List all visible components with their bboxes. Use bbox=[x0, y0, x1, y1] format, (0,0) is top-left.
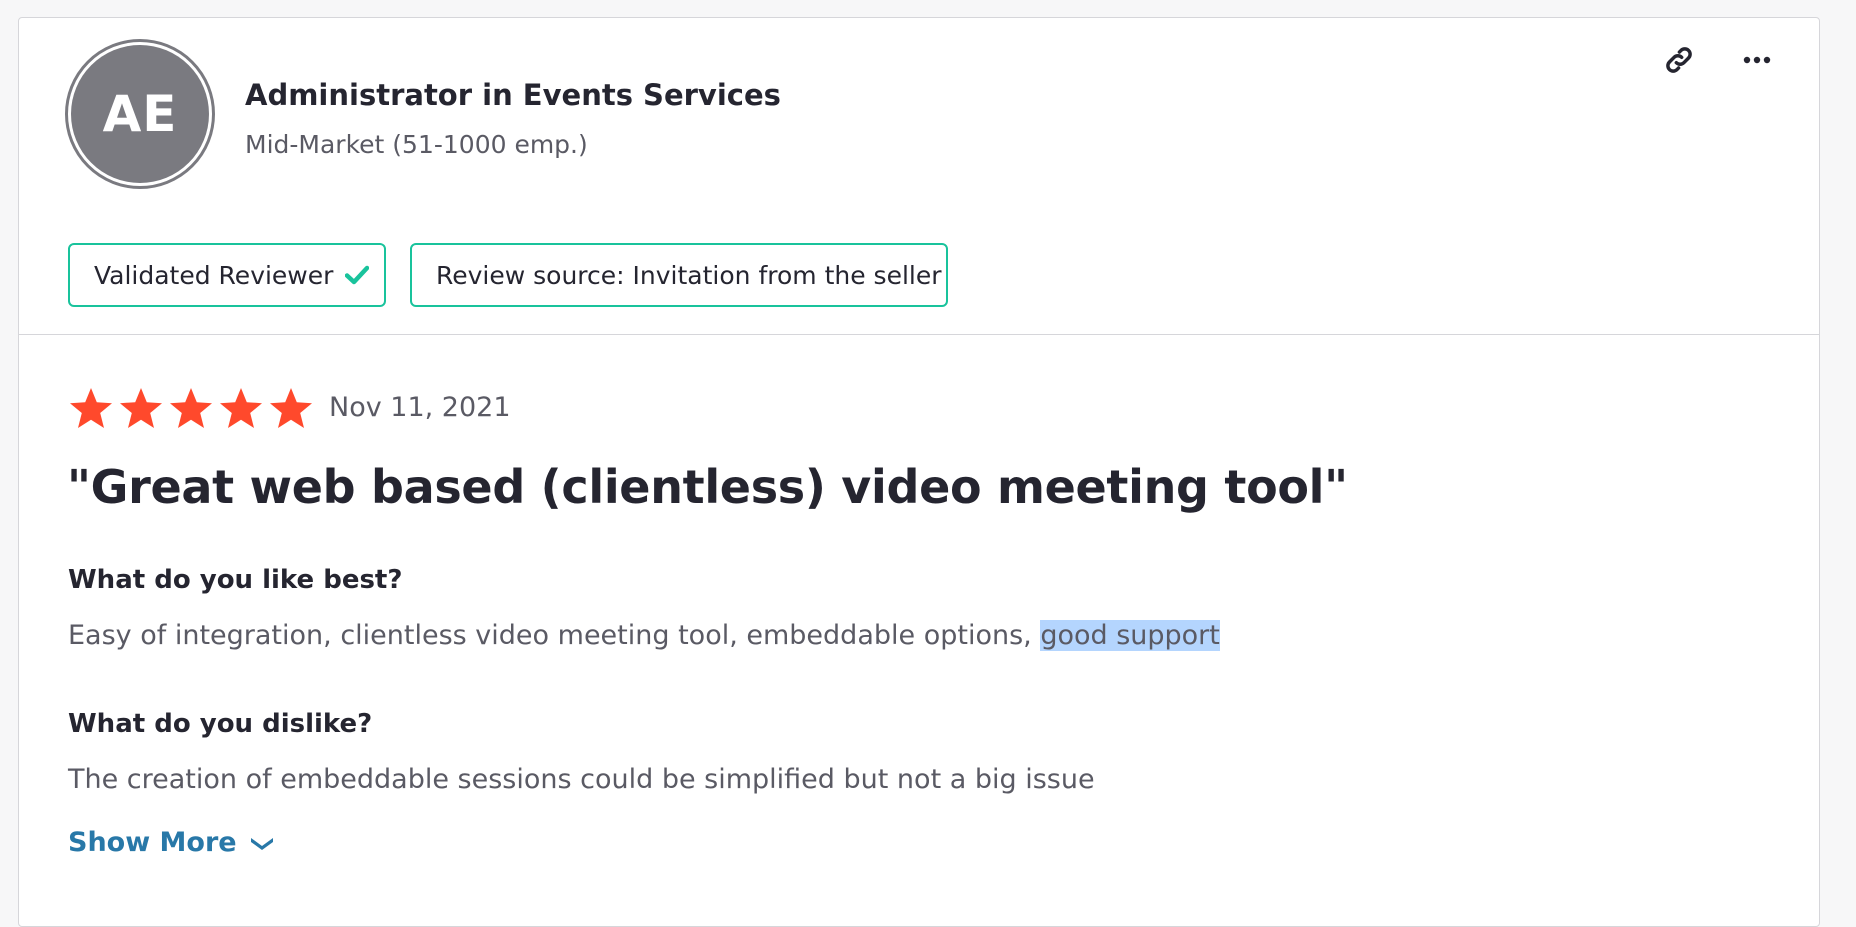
star-icon bbox=[120, 388, 162, 428]
link-icon[interactable] bbox=[1659, 40, 1699, 80]
review-card: AE Administrator in Events Services Mid-… bbox=[18, 17, 1820, 927]
validated-reviewer-badge: Validated Reviewer bbox=[68, 243, 386, 307]
star-icon bbox=[220, 388, 262, 428]
validated-reviewer-label: Validated Reviewer bbox=[94, 260, 334, 290]
review-source-label: Review source: Invitation from the selle… bbox=[436, 260, 942, 290]
like-best-answer-text: Easy of integration, clientless video me… bbox=[68, 620, 1041, 651]
selected-text-highlight: good support bbox=[1040, 620, 1220, 651]
dislike-label: What do you dislike? bbox=[68, 709, 373, 739]
avatar-initials: AE bbox=[71, 45, 209, 183]
star-rating bbox=[67, 385, 315, 433]
star-icon bbox=[270, 388, 312, 428]
check-icon bbox=[345, 265, 370, 285]
avatar: AE bbox=[65, 39, 215, 189]
show-more-label: Show More bbox=[68, 827, 237, 858]
review-title: "Great web based (clientless) video meet… bbox=[67, 460, 1348, 514]
star-icon bbox=[170, 388, 212, 428]
review-date: Nov 11, 2021 bbox=[329, 392, 511, 423]
like-best-label: What do you like best? bbox=[68, 565, 403, 595]
like-best-answer: Easy of integration, clientless video me… bbox=[68, 620, 1220, 651]
star-icon bbox=[70, 388, 112, 428]
show-more-link[interactable]: Show More bbox=[68, 827, 275, 858]
more-icon[interactable] bbox=[1737, 40, 1777, 80]
review-source-badge: Review source: Invitation from the selle… bbox=[410, 243, 948, 307]
dislike-answer: The creation of embeddable sessions coul… bbox=[68, 764, 1095, 795]
reviewer-title: Administrator in Events Services bbox=[245, 78, 781, 112]
review-header: AE Administrator in Events Services Mid-… bbox=[19, 18, 1819, 335]
reviewer-company-size: Mid-Market (51-1000 emp.) bbox=[245, 130, 588, 159]
chevron-down-icon bbox=[249, 835, 275, 851]
